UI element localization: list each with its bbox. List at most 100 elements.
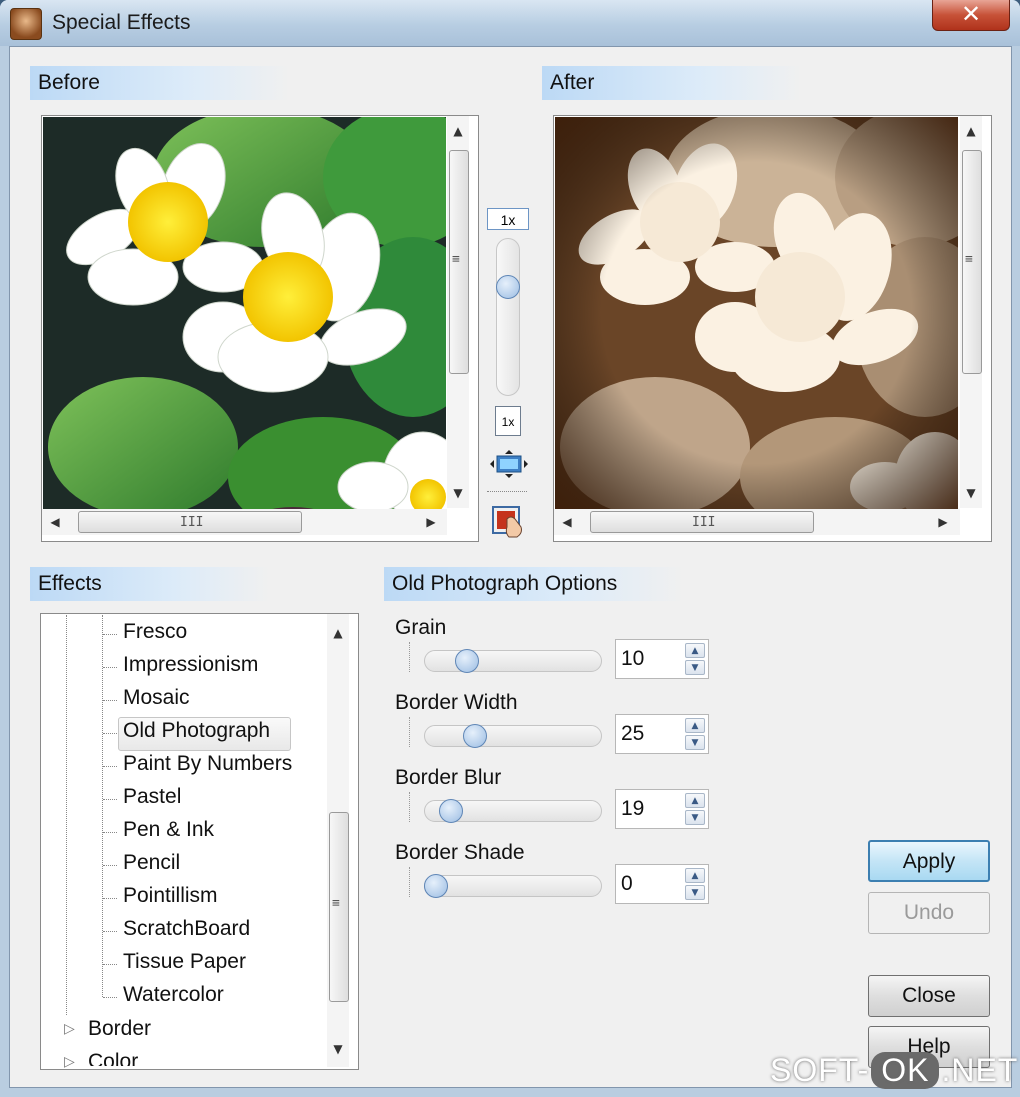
effects-vertical-grip-icon: ≡ [332,896,340,911]
tree-connector [103,667,117,668]
option-spinbox[interactable]: 25 ▲ ▼ [615,714,709,754]
before-vertical-grip-icon: ≡ [452,252,460,267]
tree-connector [103,898,117,899]
option-slider-knob[interactable] [424,874,448,898]
before-preview-frame: ▲ ≡ ▼ ◀ III ▶ [41,115,479,542]
effects-vertical-scrollbar[interactable]: ▲ ≡ ▼ [327,614,349,1067]
option-label: Border Width [395,691,518,714]
app-icon[interactable] [10,8,42,40]
option-value[interactable]: 10 [621,647,644,671]
option-slider-knob[interactable] [462,724,487,748]
close-window-button[interactable]: ✕ [932,0,1010,31]
option-slider-knob[interactable] [454,649,479,673]
before-horizontal-scrollbar[interactable]: ◀ III ▶ [42,509,447,535]
effect-item[interactable]: Mosaic [123,686,190,710]
after-vertical-scrollbar[interactable]: ▲ ≡ ▼ [960,116,982,508]
effect-item[interactable]: Watercolor [123,983,224,1007]
effect-item[interactable]: Pointillism [123,884,218,908]
option-label: Border Shade [395,841,525,864]
effect-item[interactable]: ScratchBoard [123,917,250,941]
after-panel-header: After [542,66,802,100]
special-effects-window: Special Effects ✕ Before ▲ ≡ ▼ ◀ III ▶ 1… [0,0,1020,1097]
tree-connector [103,997,117,998]
effects-scroll-down-arrow[interactable]: ▼ [327,1042,349,1056]
tree-connector [103,964,117,965]
after-scroll-right-arrow[interactable]: ▶ [932,515,954,529]
after-vertical-grip-icon: ≡ [965,252,973,267]
before-vertical-scrollbar[interactable]: ▲ ≡ ▼ [447,116,469,508]
tree-connector [103,700,117,701]
color-expander-icon[interactable]: ▷ [64,1053,75,1070]
tree-guide-line-outer [66,615,67,1015]
tree-connector [103,832,117,833]
spin-down-button[interactable]: ▼ [685,735,705,750]
option-guide-line [409,717,410,747]
tree-connector [103,634,117,635]
option-slider-knob[interactable] [439,799,464,823]
effect-item[interactable]: Paint By Numbers [123,752,292,776]
tree-guide-line-inner [102,615,103,997]
effect-item[interactable]: Fresco [123,620,187,644]
option-spinbox[interactable]: 19 ▲ ▼ [615,789,709,829]
option-value[interactable]: 19 [621,797,644,821]
title-bar[interactable]: Special Effects ✕ [0,0,1020,46]
option-slider[interactable] [424,799,602,823]
before-horizontal-grip-icon: III [180,515,204,530]
option-slider[interactable] [424,724,602,748]
after-scroll-up-arrow[interactable]: ▲ [960,124,982,138]
option-spinbox[interactable]: 10 ▲ ▼ [615,639,709,679]
option-slider[interactable] [424,649,602,673]
effect-item[interactable]: Impressionism [123,653,258,677]
after-scroll-down-arrow[interactable]: ▼ [960,486,982,500]
before-scroll-left-arrow[interactable]: ◀ [44,515,66,529]
effects-panel-header: Effects [30,567,270,601]
border-expander-icon[interactable]: ▷ [64,1020,75,1037]
pan-hand-icon[interactable] [491,505,527,539]
after-horizontal-grip-icon: III [692,515,716,530]
tree-connector [103,799,117,800]
tree-group-color[interactable]: Color [88,1050,138,1066]
spin-up-button[interactable]: ▲ [685,643,705,658]
option-value[interactable]: 0 [621,872,633,896]
spin-up-button[interactable]: ▲ [685,718,705,733]
spin-up-button[interactable]: ▲ [685,793,705,808]
before-scroll-up-arrow[interactable]: ▲ [447,124,469,138]
spin-up-button[interactable]: ▲ [685,868,705,883]
spin-down-button[interactable]: ▼ [685,810,705,825]
watermark-left: SOFT- [770,1052,870,1088]
undo-button[interactable]: Undo [868,892,990,934]
apply-button[interactable]: Apply [868,840,990,882]
actual-size-button[interactable]: 1x [495,406,521,436]
zoom-slider-knob[interactable] [496,275,520,299]
before-image [43,117,446,509]
effect-item[interactable]: Pastel [123,785,181,809]
option-slider[interactable] [424,874,602,898]
tree-group-border[interactable]: Border [88,1017,151,1041]
watermark-right: .NET [941,1052,1019,1088]
option-guide-line [409,792,410,822]
tree-connector [103,865,117,866]
close-button[interactable]: Close [868,975,990,1017]
effect-item[interactable]: Pen & Ink [123,818,214,842]
effect-item[interactable]: Pencil [123,851,180,875]
after-preview-frame: ▲ ≡ ▼ ◀ III ▶ [553,115,992,542]
tree-connector [103,733,117,734]
option-guide-line [409,867,410,897]
option-spinbox[interactable]: 0 ▲ ▼ [615,864,709,904]
window-title: Special Effects [52,11,191,34]
before-scroll-right-arrow[interactable]: ▶ [420,515,442,529]
spin-down-button[interactable]: ▼ [685,660,705,675]
tree-connector [103,766,117,767]
before-scroll-down-arrow[interactable]: ▼ [447,486,469,500]
spin-down-button[interactable]: ▼ [685,885,705,900]
option-value[interactable]: 25 [621,722,644,746]
after-horizontal-scrollbar[interactable]: ◀ III ▶ [554,509,960,535]
effects-scroll-up-arrow[interactable]: ▲ [327,626,349,640]
effect-item[interactable]: Tissue Paper [123,950,246,974]
effect-item[interactable]: Old Photograph [123,719,270,743]
after-scroll-left-arrow[interactable]: ◀ [556,515,578,529]
fit-to-window-icon[interactable] [490,450,528,478]
zoom-level-label: 1x [487,208,529,230]
zoom-slider[interactable] [496,238,520,396]
zoom-divider [487,491,527,492]
